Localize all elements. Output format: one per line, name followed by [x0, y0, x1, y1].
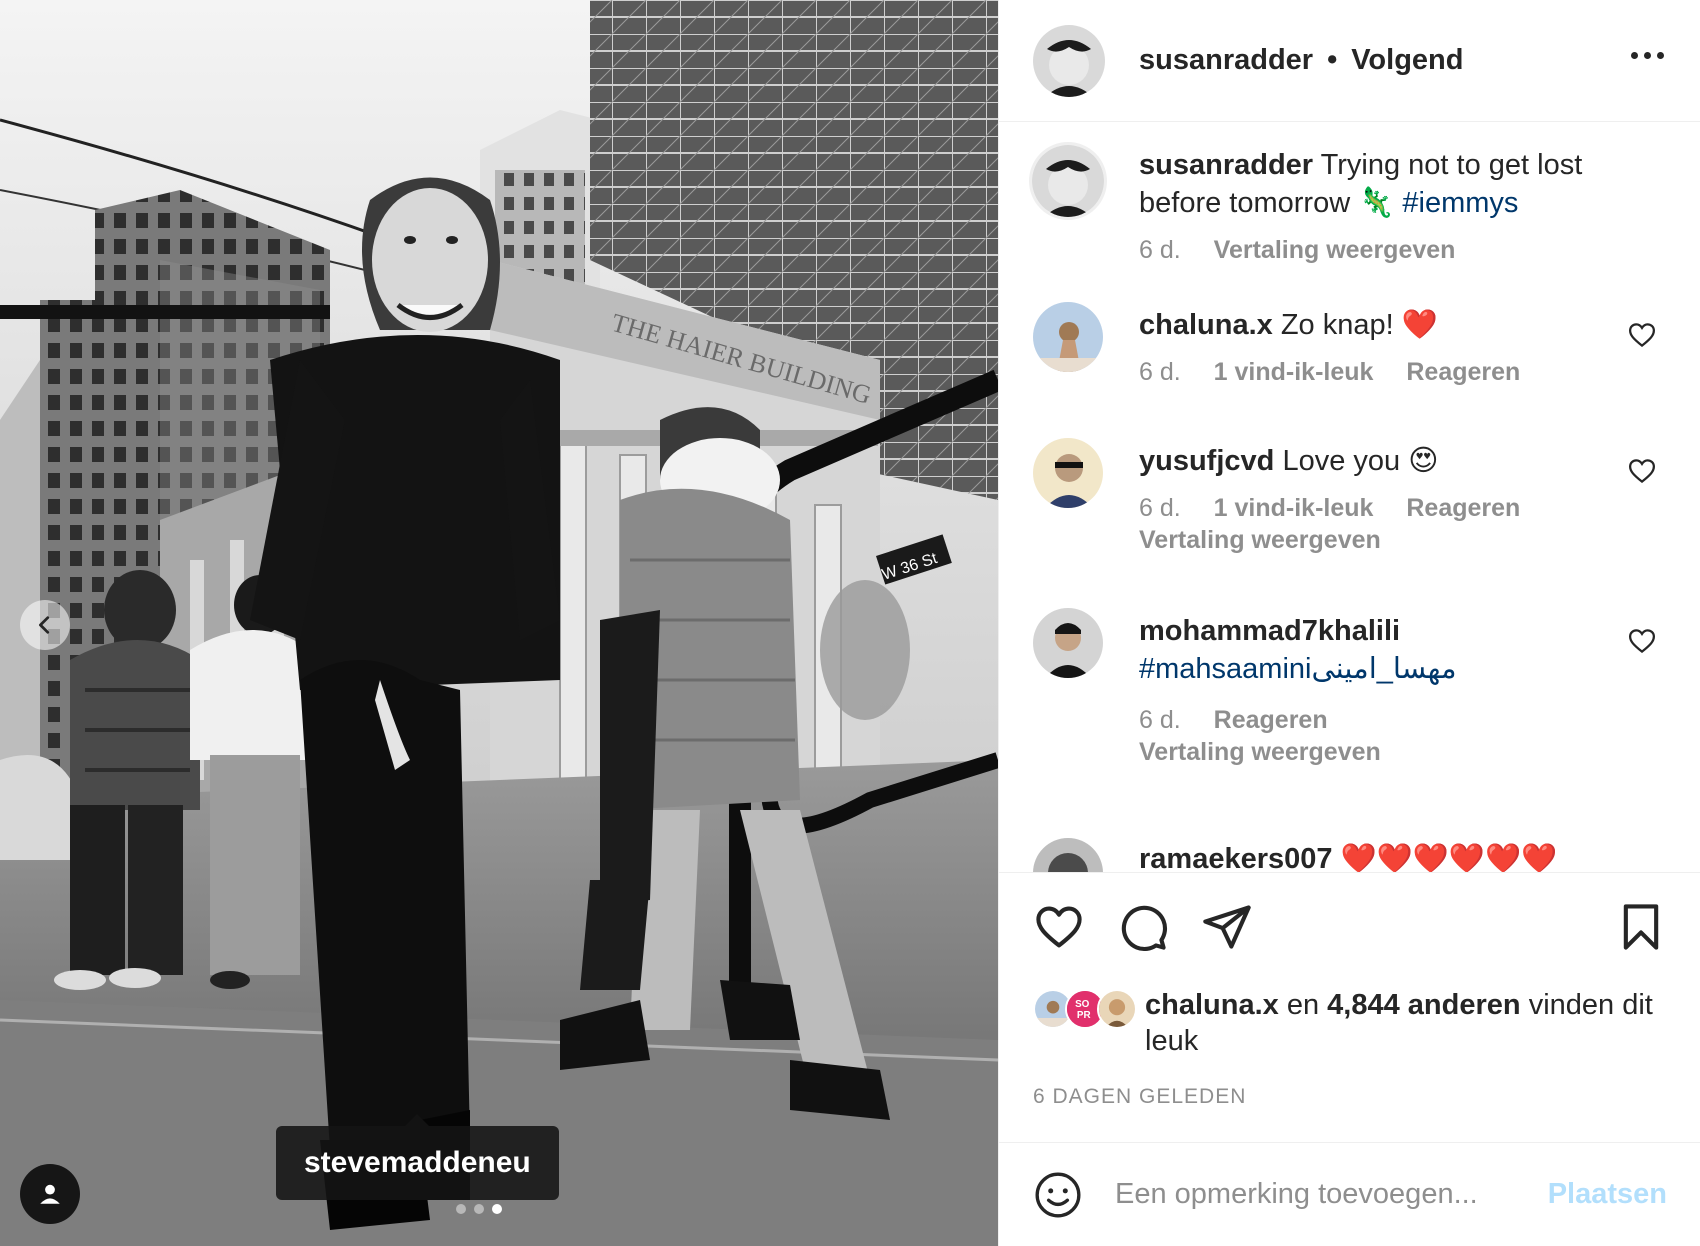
carousel-indicator [456, 1204, 502, 1214]
header-text: susanradder • Volgend [1139, 44, 1463, 77]
more-dot [1631, 52, 1638, 59]
comment-button[interactable] [1117, 901, 1169, 953]
comment-emoji: ❤️ [1401, 309, 1438, 341]
previous-photo-button[interactable] [20, 600, 70, 650]
comment-likes-count[interactable]: 1 vind-ik-leuk [1214, 358, 1374, 386]
comment-reply-button[interactable]: Reageren [1406, 358, 1520, 386]
comment-meta: 6 d. 1 vind-ik-leuk Reageren Vertaling w… [1139, 492, 1619, 556]
comment-text: ❤️❤️❤️❤️❤️❤️ [1340, 843, 1558, 872]
like-button[interactable] [1033, 901, 1085, 953]
following-button[interactable]: Volgend [1351, 44, 1463, 77]
comment-input[interactable] [1115, 1178, 1548, 1211]
comment-time[interactable]: 6 d. [1139, 706, 1181, 734]
comment-hashtag-rtl[interactable]: مهسا_امینی [1311, 653, 1456, 685]
caption-body: susanradder Trying not to get lost befor… [1139, 146, 1619, 266]
share-button[interactable] [1201, 901, 1253, 953]
comment-avatar[interactable] [1033, 608, 1103, 678]
svg-text:PR: PR [1077, 1010, 1091, 1021]
caption-hashtag[interactable]: #iemmys [1402, 187, 1518, 219]
caption-username[interactable]: susanradder [1139, 149, 1313, 181]
post-photo[interactable]: THE HAIER BUILDING W 36 St stevemaddeneu [0, 0, 998, 1246]
comment-hashtag[interactable]: #mahsaamini [1139, 653, 1311, 685]
show-tags-button[interactable] [20, 1164, 80, 1224]
save-button[interactable] [1615, 901, 1667, 953]
comments-list[interactable]: susanradder Trying not to get lost befor… [999, 122, 1700, 872]
post-actions: SO PR chaluna.x en 4,844 anderen vinden d… [999, 872, 1700, 1142]
comment-like-button[interactable] [1627, 456, 1657, 486]
caption-meta: 6 d. Vertaling weergeven [1139, 234, 1619, 266]
author-username[interactable]: susanradder [1139, 44, 1313, 77]
post-header: susanradder • Volgend [999, 0, 1700, 122]
comment-time[interactable]: 6 d. [1139, 494, 1181, 522]
comment-reply-button[interactable]: Reageren [1406, 494, 1520, 522]
comment-like-button[interactable] [1627, 320, 1657, 350]
comment-likes-count[interactable]: 1 vind-ik-leuk [1214, 494, 1374, 522]
paper-plane-icon [1203, 905, 1251, 949]
comment-translate-link[interactable]: Vertaling weergeven [1139, 524, 1619, 556]
comment-composer: Plaatsen [999, 1142, 1700, 1246]
comment-meta: 6 d. Reageren Vertaling weergeven [1139, 704, 1619, 768]
likes-others-count[interactable]: 4,844 anderen [1327, 989, 1520, 1021]
comment-body: chaluna.x Zo knap! ❤️ 6 d. 1 vind-ik-leu… [1139, 306, 1619, 388]
likes-summary: SO PR chaluna.x en 4,844 anderen vinden d… [1033, 987, 1667, 1059]
comment-avatar[interactable] [1033, 838, 1103, 872]
svg-text:SO: SO [1075, 999, 1090, 1010]
author-avatar[interactable] [1033, 24, 1105, 97]
post-comment-button[interactable]: Plaatsen [1548, 1178, 1667, 1211]
comment-time[interactable]: 6 d. [1139, 358, 1181, 386]
comment-icon [1121, 905, 1168, 952]
smiley-icon [1035, 1172, 1081, 1217]
comment-text: Love you [1282, 445, 1401, 477]
liker-avatar [1097, 989, 1137, 1029]
heart-outline-icon [1628, 629, 1656, 654]
comment-body: mohammad7khalili #mahsaaminiمهسا_امینی 6… [1139, 612, 1619, 768]
comment-body: ramaekers007 ❤️❤️❤️❤️❤️❤️ [1139, 840, 1659, 872]
chevron-left-icon [39, 616, 50, 634]
comment-username[interactable]: mohammad7khalili [1139, 615, 1400, 647]
comment-text: Zo knap! [1280, 309, 1394, 341]
comment-like-button[interactable] [1627, 626, 1657, 656]
comment-username[interactable]: chaluna.x [1139, 309, 1273, 341]
more-dot [1657, 52, 1664, 59]
bookmark-icon [1623, 904, 1659, 950]
comment-avatar[interactable] [1033, 438, 1103, 508]
comment-meta: 6 d. 1 vind-ik-leuk Reageren [1139, 356, 1619, 388]
comment-body: yusufjcvd Love you 😍 6 d. 1 vind-ik-leuk… [1139, 442, 1619, 556]
comment-username[interactable]: ramaekers007 [1139, 843, 1333, 872]
carousel-dot [456, 1204, 466, 1214]
likes-connector: en [1286, 989, 1320, 1021]
action-bar [1033, 901, 1667, 957]
post-side-panel: susanradder • Volgend susanradder Trying… [998, 0, 1700, 1246]
post-timestamp[interactable]: 6 DAGEN GELEDEN [1033, 1085, 1246, 1109]
likes-text: chaluna.x en 4,844 anderen vinden dit le… [1145, 987, 1667, 1059]
caption-time[interactable]: 6 d. [1139, 236, 1181, 264]
street-photo-image: THE HAIER BUILDING W 36 St [0, 0, 998, 1246]
more-options-icon[interactable] [1631, 46, 1664, 65]
caption-avatar[interactable] [1029, 142, 1107, 220]
photo-user-tag[interactable]: stevemaddeneu [276, 1114, 559, 1200]
carousel-dot-active [492, 1204, 502, 1214]
heart-icon [1036, 906, 1082, 948]
user-icon [40, 1184, 60, 1204]
liker-avatars[interactable]: SO PR [1033, 989, 1145, 1029]
header-separator: • [1327, 44, 1338, 76]
heart-outline-icon [1628, 459, 1656, 484]
comment-translate-link[interactable]: Vertaling weergeven [1139, 736, 1619, 768]
likes-first-user[interactable]: chaluna.x [1145, 989, 1279, 1021]
caption-translate-link[interactable]: Vertaling weergeven [1214, 236, 1456, 264]
comment-reply-button[interactable]: Reageren [1214, 706, 1328, 734]
comment-emoji: 😍 [1408, 445, 1439, 477]
comment-username[interactable]: yusufjcvd [1139, 445, 1274, 477]
emoji-picker-button[interactable] [1033, 1170, 1083, 1220]
heart-outline-icon [1628, 323, 1656, 348]
carousel-dot [474, 1204, 484, 1214]
comment-avatar[interactable] [1033, 302, 1103, 372]
more-dot [1644, 52, 1651, 59]
